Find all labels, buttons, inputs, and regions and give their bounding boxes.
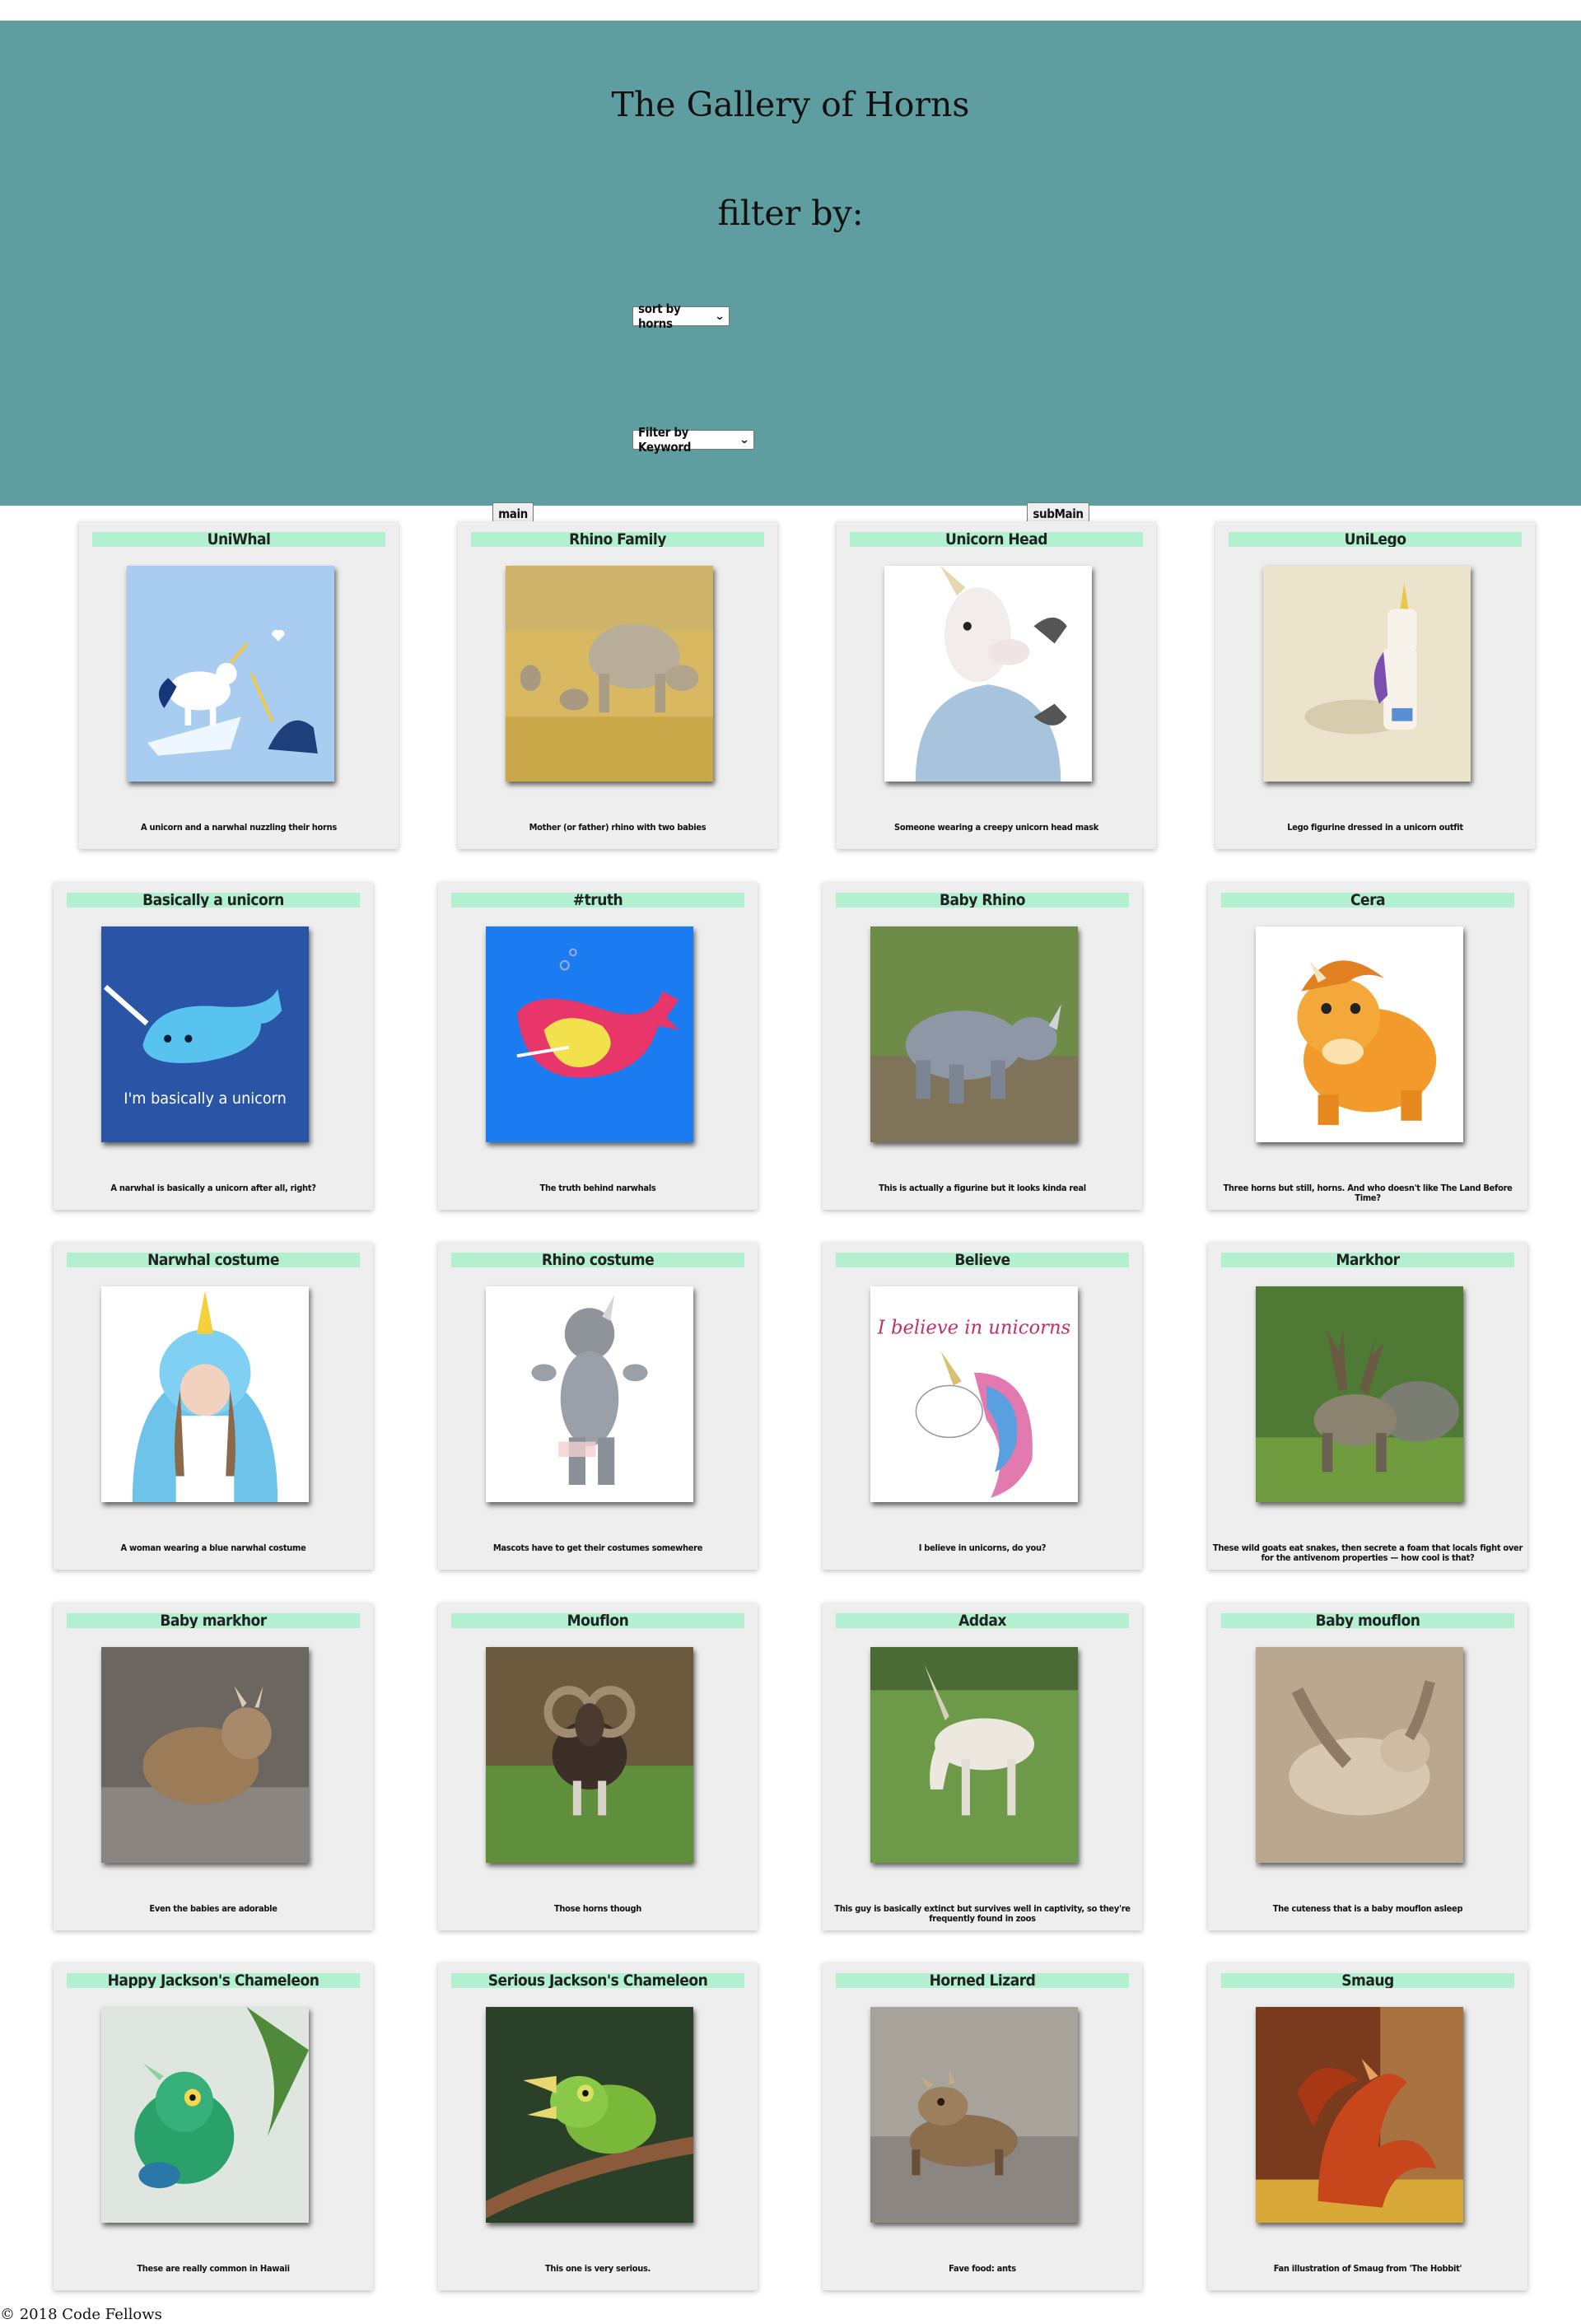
card-description: The cuteness that is a baby mouflon asle… (1272, 1903, 1463, 1914)
card-description: A unicorn and a narwhal nuzzling their h… (141, 822, 337, 833)
card-description: Fan illustration of Smaug from 'The Hobb… (1273, 2263, 1462, 2274)
addax-image (870, 1647, 1078, 1863)
card-title: Unicorn Head (850, 532, 1143, 547)
card-title: Basically a unicorn (67, 893, 360, 908)
horn-card: Believe I believe in unicorns I believe … (823, 1242, 1142, 1570)
card-title: Rhino Family (471, 532, 764, 547)
unicorn-head-image (884, 566, 1092, 782)
page-title: The Gallery of Horns (611, 85, 970, 124)
card-title: Happy Jackson's Chameleon (67, 1973, 360, 1988)
card-description: Three horns but still, horns. And who do… (1223, 1183, 1513, 1203)
horn-card: Unicorn Head Someone wearing a creepy un… (837, 521, 1156, 849)
chevron-down-icon: ⌄ (739, 433, 750, 446)
horn-card: UniWhal A unicorn and a narwhal nuzzling… (79, 521, 399, 849)
horn-card: Narwhal costume A woman wearing a blue n… (54, 1242, 373, 1570)
card-description: Even the babies are adorable (149, 1903, 277, 1914)
horn-card: Baby markhor Even the babies are adorabl… (54, 1603, 373, 1930)
horn-card: Basically a unicorn I'm basically a unic… (54, 882, 373, 1210)
card-description: These wild goats eat snakes, then secret… (1212, 1542, 1523, 1563)
card-description: This one is very serious. (544, 2263, 651, 2274)
markhor-image (1256, 1286, 1463, 1502)
horn-card: Baby Rhino This is actually a figurine b… (823, 882, 1142, 1210)
horn-card: Cera Three horns but still, horns. And w… (1208, 882, 1527, 1210)
card-description: Fave food: ants (949, 2263, 1016, 2274)
sort-by-horns-select[interactable]: sort by horns ⌄ (632, 301, 730, 331)
card-description: Mascots have to get their costumes somew… (492, 1542, 703, 1553)
card-description: I believe in unicorns, do you? (918, 1542, 1047, 1553)
card-title: Baby markhor (67, 1613, 360, 1628)
card-title: Baby mouflon (1221, 1613, 1514, 1628)
horn-card: Horned Lizard Fave food: ants (823, 1962, 1142, 2290)
mouflon-image (486, 1647, 693, 1863)
card-title: Baby Rhino (836, 893, 1129, 908)
unilego-image (1263, 566, 1471, 782)
horn-card: Addax This guy is basically extinct but … (823, 1603, 1142, 1930)
horn-card: Baby mouflon The cuteness that is a baby… (1208, 1603, 1527, 1930)
card-title: Mouflon (451, 1613, 744, 1628)
card-description: The truth behind narwhals (539, 1183, 656, 1193)
card-title: UniWhal (92, 532, 385, 547)
horn-card: #truth The truth behind narwhals (438, 882, 758, 1210)
smaug-image (1256, 2007, 1463, 2223)
horn-card: Rhino Family Mother (or father) rhino wi… (458, 521, 777, 849)
card-description: Someone wearing a creepy unicorn head ma… (894, 822, 1098, 833)
card-title: Addax (836, 1613, 1129, 1628)
card-title: Believe (836, 1253, 1129, 1267)
card-description: This guy is basically extinct but surviv… (834, 1903, 1131, 1924)
card-title: Cera (1221, 893, 1514, 908)
basically-unicorn-image: I'm basically a unicorn (101, 926, 309, 1142)
card-description: Mother (or father) rhino with two babies (529, 822, 707, 833)
card-title: Rhino costume (451, 1253, 744, 1267)
horn-card: UniLego Lego figurine dressed in a unico… (1215, 521, 1535, 849)
card-title: Markhor (1221, 1253, 1514, 1267)
cera-image (1256, 926, 1463, 1142)
card-description: These are really common in Hawaii (137, 2263, 290, 2274)
card-description: Those horns though (553, 1903, 642, 1914)
rhino-family-image (506, 566, 713, 782)
rhino-costume-image (486, 1286, 693, 1502)
card-title: Horned Lizard (836, 1973, 1129, 1988)
poster-text: I believe in unicorns (877, 1317, 1070, 1339)
page-header: The Gallery of Horns filter by: sort by … (0, 21, 1581, 525)
filter-heading: filter by: (717, 194, 864, 233)
happy-chameleon-image (101, 2007, 309, 2223)
poster-text: I'm basically a unicorn (124, 1090, 286, 1108)
baby-markhor-image (101, 1647, 309, 1863)
card-title: UniLego (1229, 532, 1522, 547)
believe-image: I believe in unicorns (870, 1286, 1078, 1502)
card-description: This is actually a figurine but it looks… (879, 1183, 1086, 1193)
filter-by-keyword-select[interactable]: Filter by Keyword ⌄ (632, 425, 754, 455)
horn-card: Serious Jackson's Chameleon This one is … (438, 1962, 758, 2290)
truth-narwhal-image (486, 926, 693, 1142)
serious-chameleon-image (486, 2007, 693, 2223)
card-title: #truth (451, 893, 744, 908)
card-description: Lego figurine dressed in a unicorn outfi… (1287, 822, 1463, 833)
footer-copyright: © 2018 Code Fellows (0, 2306, 162, 2323)
narwhal-costume-image (101, 1286, 309, 1502)
card-description: A narwhal is basically a unicorn after a… (110, 1183, 316, 1193)
horn-card: Markhor These wild goats eat snakes, the… (1208, 1242, 1527, 1570)
horn-card: Smaug Fan illustration of Smaug from 'Th… (1208, 1962, 1527, 2290)
sort-select-value: sort by horns (638, 301, 681, 331)
card-title: Serious Jackson's Chameleon (451, 1973, 744, 1988)
horned-lizard-image (870, 2007, 1078, 2223)
card-title: Smaug (1221, 1973, 1514, 1988)
horn-card: Rhino costume Mascots have to get their … (438, 1242, 758, 1570)
uniwhal-image (127, 566, 334, 782)
horn-card: Happy Jackson's Chameleon These are real… (54, 1962, 373, 2290)
horn-card: Mouflon Those horns though (438, 1603, 758, 1930)
chevron-down-icon: ⌄ (715, 310, 725, 323)
baby-mouflon-image (1256, 1647, 1463, 1863)
baby-rhino-image (870, 926, 1078, 1142)
card-description: A woman wearing a blue narwhal costume (120, 1542, 306, 1553)
keyword-select-value: Filter by Keyword (638, 425, 692, 455)
card-title: Narwhal costume (67, 1253, 360, 1267)
